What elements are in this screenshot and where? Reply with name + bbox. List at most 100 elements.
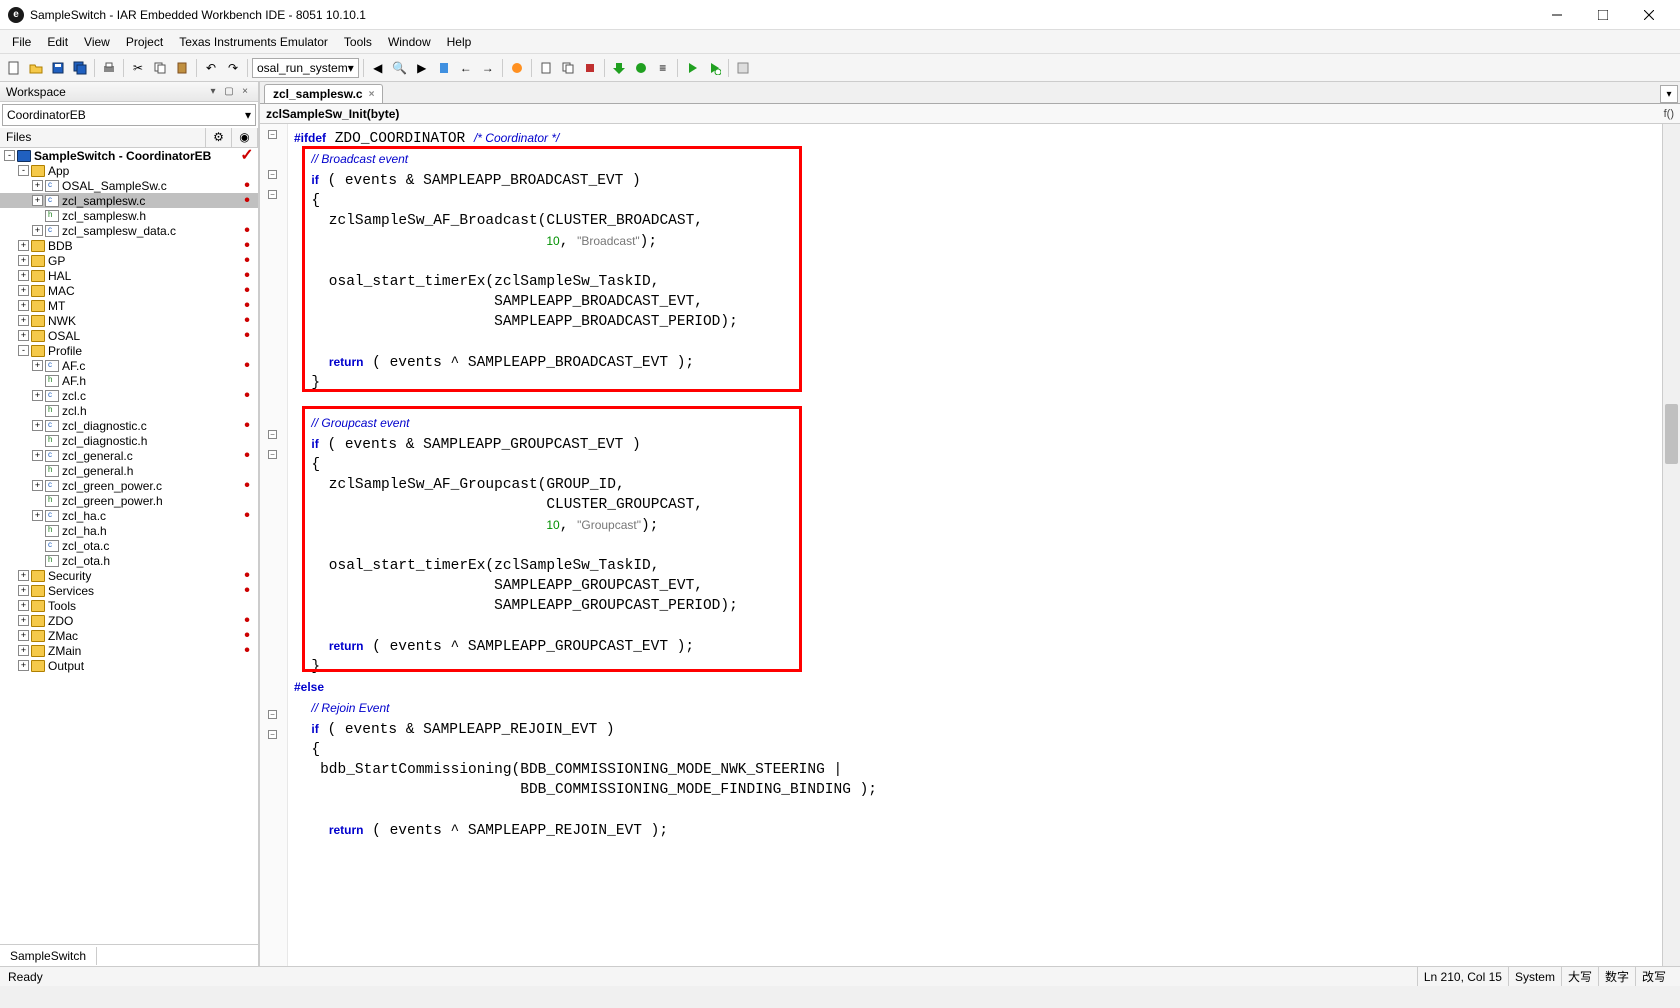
tree-item[interactable]: +MT•: [0, 298, 258, 313]
run-icon[interactable]: [682, 58, 702, 78]
expand-icon[interactable]: +: [18, 330, 29, 341]
expand-icon[interactable]: +: [18, 645, 29, 656]
expand-icon[interactable]: +: [18, 570, 29, 581]
undo-icon[interactable]: ↶: [201, 58, 221, 78]
tree-item[interactable]: +Tools: [0, 598, 258, 613]
run-no-debug-icon[interactable]: [704, 58, 724, 78]
stop-build-icon[interactable]: [580, 58, 600, 78]
fold-icon[interactable]: −: [268, 130, 277, 139]
editor-tab[interactable]: zcl_samplesw.c ×: [264, 84, 383, 103]
tree-item[interactable]: zcl_green_power.h: [0, 493, 258, 508]
close-button[interactable]: [1626, 0, 1672, 30]
make-icon[interactable]: [558, 58, 578, 78]
fold-icon[interactable]: −: [268, 170, 277, 179]
expand-icon[interactable]: +: [18, 315, 29, 326]
tree-item[interactable]: -SampleSwitch - CoordinatorEB✓: [0, 148, 258, 163]
menu-tools[interactable]: Tools: [336, 33, 380, 51]
expand-icon[interactable]: +: [18, 660, 29, 671]
nav-back-icon[interactable]: ◀: [368, 58, 388, 78]
tree-item[interactable]: +zcl_samplesw.c•: [0, 193, 258, 208]
workspace-tree[interactable]: -SampleSwitch - CoordinatorEB✓-App+OSAL_…: [0, 148, 258, 944]
code-editor[interactable]: #ifdef ZDO_COORDINATOR /* Coordinator */…: [288, 124, 1662, 966]
debug-icon[interactable]: [631, 58, 651, 78]
tree-item[interactable]: +Services•: [0, 583, 258, 598]
tree-item[interactable]: +ZMac•: [0, 628, 258, 643]
expand-icon[interactable]: +: [32, 360, 43, 371]
maximize-button[interactable]: [1580, 0, 1626, 30]
expand-icon[interactable]: +: [32, 225, 43, 236]
config-combo[interactable]: CoordinatorEB▾: [2, 104, 256, 126]
function-context[interactable]: zclSampleSw_Init(byte): [266, 107, 399, 121]
workspace-close-icon[interactable]: ×: [238, 85, 252, 99]
tree-item[interactable]: -App: [0, 163, 258, 178]
tree-item[interactable]: zcl_samplesw.h: [0, 208, 258, 223]
tree-item[interactable]: zcl_general.h: [0, 463, 258, 478]
editor-nav-dropdown-icon[interactable]: ▾: [1660, 85, 1678, 103]
tree-item[interactable]: AF.h: [0, 373, 258, 388]
tree-item[interactable]: -Profile: [0, 343, 258, 358]
function-list-icon[interactable]: f(): [1664, 108, 1674, 120]
compile-icon[interactable]: [536, 58, 556, 78]
expand-icon[interactable]: +: [18, 630, 29, 641]
breakpoint-icon[interactable]: [507, 58, 527, 78]
vertical-scrollbar[interactable]: [1662, 124, 1680, 966]
tree-item[interactable]: +zcl_general.c•: [0, 448, 258, 463]
download-icon[interactable]: [609, 58, 629, 78]
expand-icon[interactable]: +: [32, 195, 43, 206]
tree-item[interactable]: +zcl_ha.c•: [0, 508, 258, 523]
tree-item[interactable]: +HAL•: [0, 268, 258, 283]
tree-item[interactable]: zcl_ha.h: [0, 523, 258, 538]
tree-item[interactable]: zcl_diagnostic.h: [0, 433, 258, 448]
tree-item[interactable]: +OSAL•: [0, 328, 258, 343]
copy-icon[interactable]: [150, 58, 170, 78]
new-file-icon[interactable]: [4, 58, 24, 78]
tree-item[interactable]: +AF.c•: [0, 358, 258, 373]
expand-icon[interactable]: +: [32, 180, 43, 191]
menu-view[interactable]: View: [76, 33, 118, 51]
tree-item[interactable]: +zcl_green_power.c•: [0, 478, 258, 493]
function-combo[interactable]: osal_run_system▾: [252, 58, 359, 78]
expand-icon[interactable]: +: [32, 420, 43, 431]
tree-item[interactable]: +BDB•: [0, 238, 258, 253]
col-files[interactable]: Files: [0, 128, 206, 147]
expand-icon[interactable]: +: [18, 600, 29, 611]
expand-icon[interactable]: +: [32, 450, 43, 461]
tree-item[interactable]: +OSAL_SampleSw.c•: [0, 178, 258, 193]
workspace-dropdown-icon[interactable]: ▾: [206, 85, 220, 99]
expand-icon[interactable]: +: [18, 255, 29, 266]
tree-item[interactable]: +zcl.c•: [0, 388, 258, 403]
expand-icon[interactable]: +: [32, 480, 43, 491]
fold-icon[interactable]: −: [268, 730, 277, 739]
tree-item[interactable]: +zcl_diagnostic.c•: [0, 418, 258, 433]
tree-item[interactable]: +zcl_samplesw_data.c•: [0, 223, 258, 238]
close-tab-icon[interactable]: ×: [369, 89, 375, 100]
fold-icon[interactable]: −: [268, 450, 277, 459]
redo-icon[interactable]: ↷: [223, 58, 243, 78]
minimize-button[interactable]: [1534, 0, 1580, 30]
bookmark-toggle-icon[interactable]: [434, 58, 454, 78]
col-mark-icon[interactable]: ◉: [232, 128, 258, 147]
expand-icon[interactable]: +: [18, 615, 29, 626]
tree-item[interactable]: zcl.h: [0, 403, 258, 418]
bookmark-next-icon[interactable]: →: [478, 58, 498, 78]
menu-project[interactable]: Project: [118, 33, 171, 51]
expand-icon[interactable]: +: [18, 585, 29, 596]
menu-edit[interactable]: Edit: [39, 33, 76, 51]
options-icon[interactable]: ≡: [653, 58, 673, 78]
expand-icon[interactable]: +: [18, 285, 29, 296]
fold-icon[interactable]: −: [268, 190, 277, 199]
menu-ti-emulator[interactable]: Texas Instruments Emulator: [171, 33, 336, 51]
workspace-pin-icon[interactable]: ▢: [222, 85, 236, 99]
tree-item[interactable]: +Output: [0, 658, 258, 673]
fold-icon[interactable]: −: [268, 430, 277, 439]
print-icon[interactable]: [99, 58, 119, 78]
tree-item[interactable]: zcl_ota.h: [0, 553, 258, 568]
workspace-tab[interactable]: SampleSwitch: [0, 947, 97, 965]
more-icon[interactable]: [733, 58, 753, 78]
editor-gutter[interactable]: − − − − − − −: [260, 124, 288, 966]
menu-help[interactable]: Help: [439, 33, 480, 51]
tree-item[interactable]: +ZDO•: [0, 613, 258, 628]
tree-item[interactable]: +ZMain•: [0, 643, 258, 658]
expand-icon[interactable]: +: [32, 510, 43, 521]
tree-item[interactable]: +Security•: [0, 568, 258, 583]
